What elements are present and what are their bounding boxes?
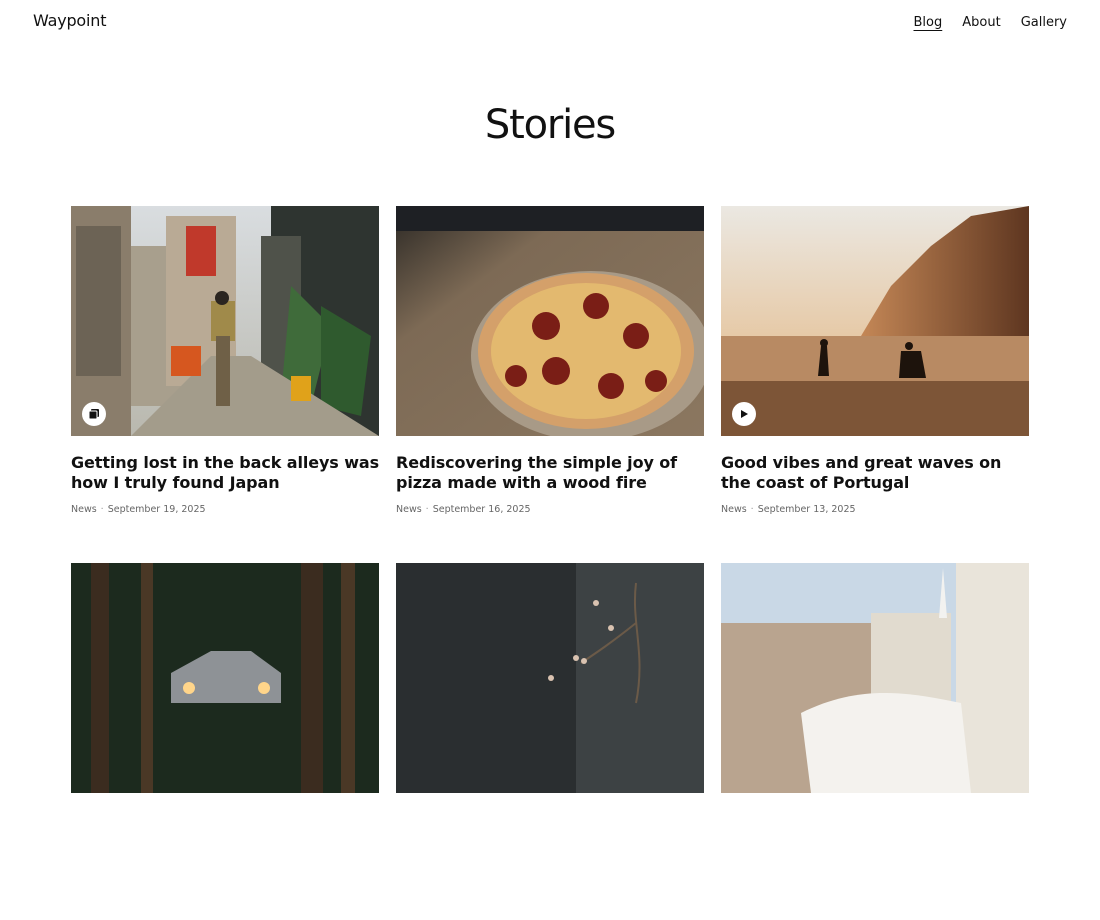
meta-separator: · (100, 504, 104, 515)
story-date: September 13, 2025 (757, 504, 856, 515)
story-image[interactable] (721, 206, 1029, 436)
story-card[interactable] (71, 563, 379, 920)
story-title[interactable]: Getting lost in the back alleys was how … (71, 453, 383, 493)
brand-logo[interactable]: Waypoint (33, 11, 106, 30)
story-category[interactable]: News (396, 504, 422, 515)
gallery-icon (82, 402, 106, 426)
story-card[interactable] (721, 563, 1029, 920)
story-image[interactable] (721, 563, 1029, 793)
story-meta: News · September 13, 2025 (721, 504, 1029, 516)
story-card[interactable]: Rediscovering the simple joy of pizza ma… (396, 206, 704, 563)
stories-grid: Getting lost in the back alleys was how … (71, 206, 1029, 920)
main-nav: Blog About Gallery (894, 14, 1068, 32)
play-icon[interactable] (732, 402, 756, 426)
story-image[interactable] (396, 206, 704, 436)
story-title[interactable]: Good vibes and great waves on the coast … (721, 453, 1033, 493)
story-title[interactable]: Rediscovering the simple joy of pizza ma… (396, 453, 708, 493)
story-category[interactable]: News (71, 504, 97, 515)
site-header: Waypoint Blog About Gallery (0, 0, 1100, 46)
story-card[interactable]: Getting lost in the back alleys was how … (71, 206, 379, 563)
nav-blog[interactable]: Blog (914, 14, 943, 32)
nav-gallery[interactable]: Gallery (1021, 14, 1067, 32)
story-meta: News · September 19, 2025 (71, 504, 379, 516)
story-date: September 19, 2025 (107, 504, 206, 515)
story-card[interactable] (396, 563, 704, 920)
story-meta: News · September 16, 2025 (396, 504, 704, 516)
meta-separator: · (750, 504, 754, 515)
story-category[interactable]: News (721, 504, 747, 515)
page-title: Stories (484, 102, 616, 148)
story-image[interactable] (71, 206, 379, 436)
nav-about[interactable]: About (962, 14, 1000, 32)
story-card[interactable]: Good vibes and great waves on the coast … (721, 206, 1029, 563)
story-date: September 16, 2025 (432, 504, 531, 515)
story-image[interactable] (71, 563, 379, 793)
meta-separator: · (425, 504, 429, 515)
story-image[interactable] (396, 563, 704, 793)
